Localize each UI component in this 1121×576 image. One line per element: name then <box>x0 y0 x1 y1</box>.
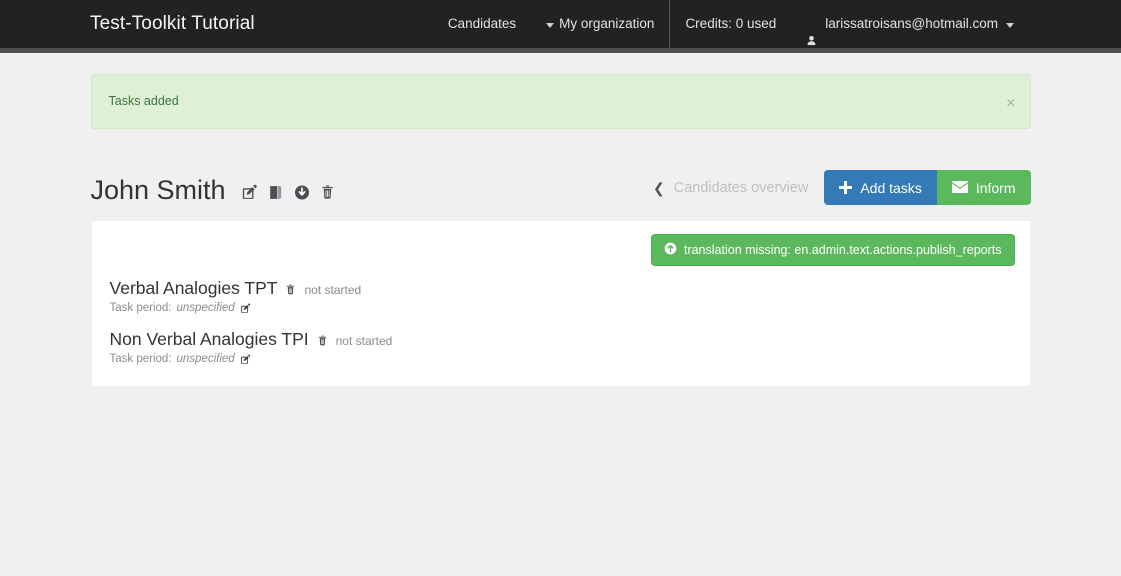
edit-icon[interactable] <box>240 354 251 365</box>
circle-arrow-up-icon <box>664 242 677 258</box>
task-status: not started <box>304 282 362 297</box>
task-period-label: Task period: <box>109 352 172 365</box>
tasks-panel: translation missing: en.admin.text.actio… <box>90 220 1031 387</box>
task-period-label: Task period: <box>109 301 172 314</box>
trash-icon[interactable] <box>317 334 328 347</box>
navbar-right-group: Candidates My organization Credits: 0 us… <box>433 0 1121 48</box>
edit-icon[interactable] <box>240 303 251 314</box>
nav-my-organization[interactable]: My organization <box>531 0 669 48</box>
task-period-value: unspecified <box>176 352 235 365</box>
nav-candidates-label: Candidates <box>447 16 517 31</box>
page-title-actions <box>241 183 335 205</box>
book-icon[interactable] <box>268 184 284 201</box>
header-button-group: Add tasks Inform <box>824 170 1031 205</box>
candidates-overview-link[interactable]: ❮ Candidates overview <box>653 180 808 196</box>
user-menu[interactable]: larissatroisans@hotmail.com <box>791 0 1029 48</box>
navbar-account-group: Credits: 0 used larissatroisans@hotmail.… <box>670 0 1029 48</box>
add-tasks-button[interactable]: Add tasks <box>824 170 937 205</box>
panel-actions: translation missing: en.admin.text.actio… <box>92 234 1030 266</box>
user-email-label: larissatroisans@hotmail.com <box>825 16 998 31</box>
nav-candidates[interactable]: Candidates <box>433 0 531 48</box>
success-alert: Tasks added × <box>90 74 1031 129</box>
list-item: Non Verbal Analogies TPI not started Tas… <box>110 328 1012 365</box>
plus-icon <box>839 181 853 194</box>
user-icon <box>806 19 817 46</box>
page-title: John Smith <box>90 175 226 205</box>
task-list: Verbal Analogies TPT not started Task pe… <box>92 266 1030 365</box>
envelope-icon <box>951 180 968 196</box>
page-header-actions: ❮ Candidates overview Add tasks Inform <box>653 170 1031 205</box>
alert-message: Tasks added <box>108 94 179 108</box>
publish-reports-label: translation missing: en.admin.text.actio… <box>683 242 1002 257</box>
task-meta: Task period: unspecified <box>110 353 1012 365</box>
chevron-left-icon: ❮ <box>652 179 665 196</box>
edit-icon[interactable] <box>241 184 258 201</box>
task-period-value: unspecified <box>176 301 235 314</box>
caret-down-icon <box>1006 22 1014 28</box>
publish-reports-button[interactable]: translation missing: en.admin.text.actio… <box>650 234 1015 266</box>
caret-left-icon <box>546 22 555 28</box>
task-name: Verbal Analogies TPT <box>109 277 278 298</box>
candidates-overview-label: Candidates overview <box>673 179 809 196</box>
page-container: Tasks added × John Smith ❮ Candidates ov… <box>90 53 1031 387</box>
brand-title[interactable]: Test-Toolkit Tutorial <box>0 0 255 48</box>
task-name: Non Verbal Analogies TPI <box>109 328 309 349</box>
credits-label: Credits: 0 used <box>685 16 777 31</box>
navbar-primary-links: Candidates My organization <box>433 0 670 48</box>
inform-button[interactable]: Inform <box>936 170 1031 205</box>
add-tasks-label: Add tasks <box>860 179 922 196</box>
trash-icon[interactable] <box>285 283 296 296</box>
close-icon[interactable]: × <box>1006 96 1015 112</box>
task-row: Verbal Analogies TPT not started <box>110 277 1012 299</box>
task-row: Non Verbal Analogies TPI not started <box>110 328 1012 350</box>
trash-icon[interactable] <box>320 183 335 201</box>
page-header-row: John Smith ❮ Candidates overview Add tas… <box>91 165 1031 205</box>
task-meta: Task period: unspecified <box>110 302 1012 314</box>
credits-indicator: Credits: 0 used <box>670 0 791 48</box>
inform-label: Inform <box>975 179 1016 196</box>
list-item: Verbal Analogies TPT not started Task pe… <box>110 277 1012 314</box>
top-navbar: Test-Toolkit Tutorial Candidates My orga… <box>0 0 1121 48</box>
nav-my-organization-label: My organization <box>559 16 655 31</box>
download-icon[interactable] <box>294 184 310 201</box>
task-status: not started <box>335 333 393 348</box>
